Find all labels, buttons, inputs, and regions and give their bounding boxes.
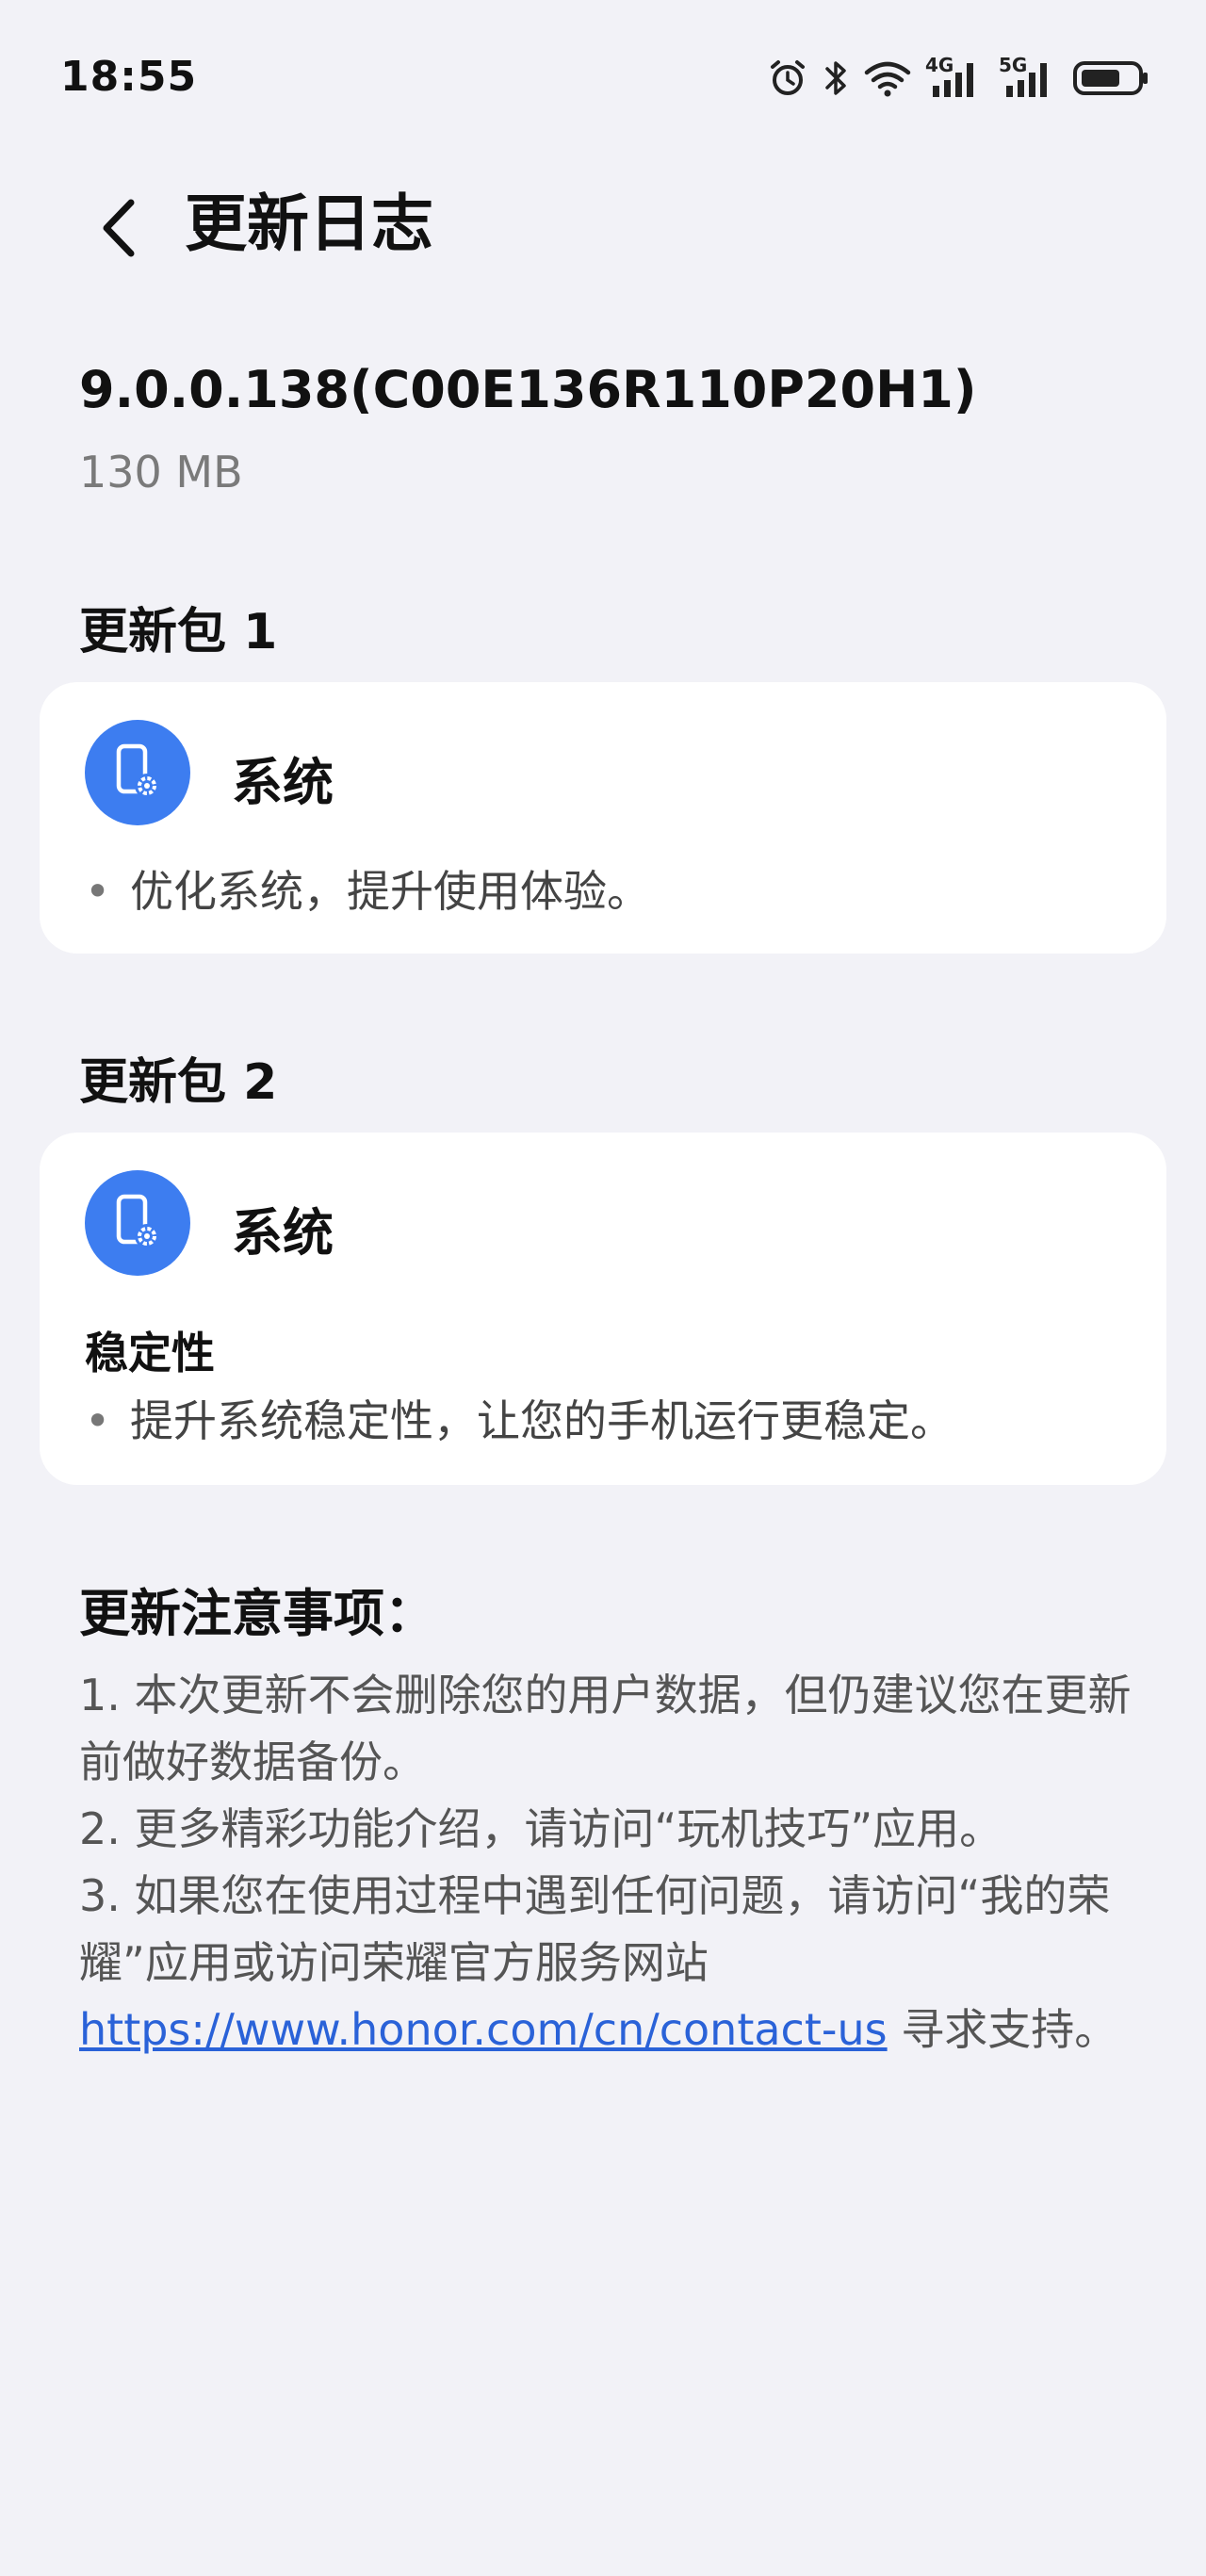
package-2-title: 更新包 2 bbox=[79, 1054, 278, 1111]
bullet-text: 优化系统，提升使用体验。 bbox=[130, 866, 650, 917]
version-number: 9.0.0.138(C00E136R110P20H1) bbox=[79, 360, 977, 419]
list-item: • 优化系统，提升使用体验。 bbox=[85, 857, 650, 920]
alarm-icon bbox=[767, 57, 808, 99]
package-1-card: 系统 • 优化系统，提升使用体验。 bbox=[40, 682, 1166, 954]
app-bar: 更新日志 bbox=[0, 170, 1206, 283]
wifi-icon bbox=[863, 57, 912, 99]
note-item-3-text: 3. 如果您在使用过程中遇到任何问题，请访问“我的荣耀”应用或访问荣耀官方服务网… bbox=[79, 1870, 1111, 1988]
note-item-3: 3. 如果您在使用过程中遇到任何问题，请访问“我的荣耀”应用或访问荣耀官方服务网… bbox=[79, 1863, 1134, 2063]
signal-4g-icon: 4G bbox=[925, 54, 986, 99]
phone-settings-icon bbox=[85, 720, 190, 825]
note-item-1: 1. 本次更新不会删除您的用户数据，但仍建议您在更新前做好数据备份。 bbox=[79, 1670, 1132, 1787]
bullet-text: 提升系统稳定性，让您的手机运行更稳定。 bbox=[130, 1395, 953, 1446]
status-time: 18:55 bbox=[60, 53, 198, 101]
bullet-icon: • bbox=[85, 1395, 111, 1446]
bullet-icon: • bbox=[85, 866, 111, 917]
page-title: 更新日志 bbox=[185, 187, 433, 260]
component-name: 系统 bbox=[232, 1203, 334, 1263]
package-1-title: 更新包 1 bbox=[79, 604, 278, 660]
notes-body: 1. 本次更新不会删除您的用户数据，但仍建议您在更新前做好数据备份。 2. 更多… bbox=[79, 1662, 1134, 2063]
note-item-3-suffix: 寻求支持。 bbox=[887, 2004, 1118, 2055]
list-item: • 提升系统稳定性，让您的手机运行更稳定。 bbox=[85, 1387, 953, 1449]
back-button[interactable] bbox=[81, 190, 156, 266]
chevron-left-icon bbox=[103, 199, 135, 257]
signal-5g-icon: 5G bbox=[999, 54, 1059, 99]
component-name: 系统 bbox=[232, 753, 334, 812]
support-link[interactable]: https://www.honor.com/cn/contact-us bbox=[79, 2004, 888, 2055]
package-2-card: 系统 稳定性 • 提升系统稳定性，让您的手机运行更稳定。 bbox=[40, 1133, 1166, 1485]
update-size: 130 MB bbox=[79, 447, 243, 497]
note-item-2: 2. 更多精彩功能介绍，请访问“玩机技巧”应用。 bbox=[79, 1803, 1003, 1854]
notes-title: 更新注意事项： bbox=[79, 1584, 435, 1643]
bluetooth-icon bbox=[822, 57, 850, 99]
status-icons: 4G 5G bbox=[767, 54, 1149, 102]
status-bar: 18:55 4G 5G bbox=[0, 0, 1206, 160]
category-heading: 稳定性 bbox=[85, 1328, 215, 1378]
phone-settings-icon bbox=[85, 1170, 190, 1276]
battery-icon bbox=[1072, 57, 1149, 99]
